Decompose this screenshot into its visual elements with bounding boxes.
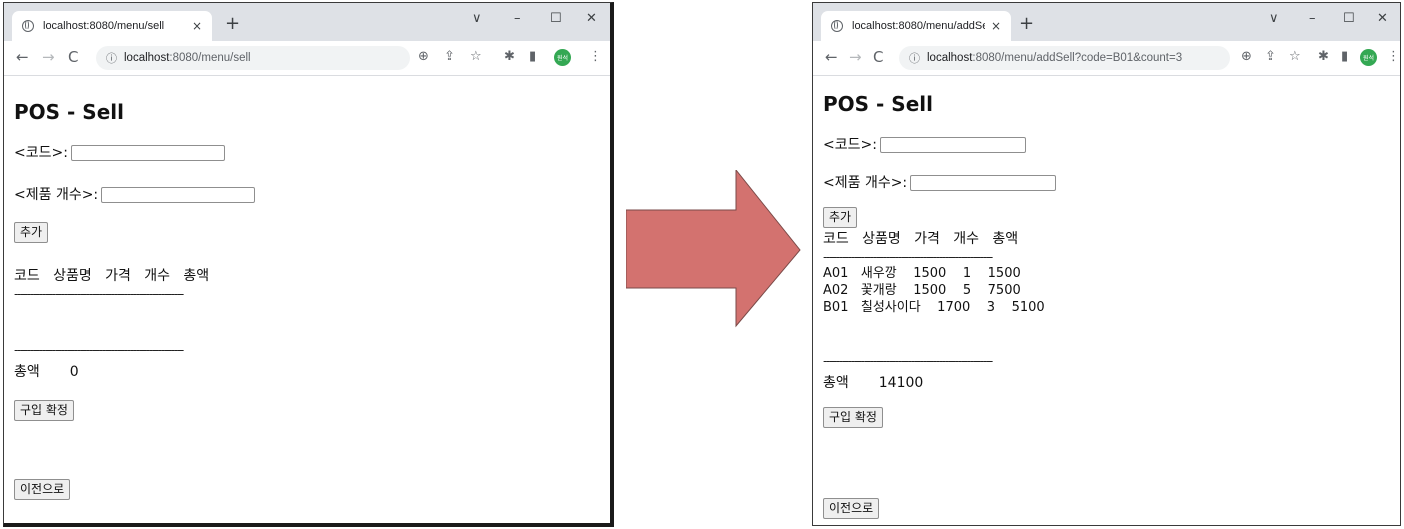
reload-icon[interactable]: C <box>873 49 883 65</box>
tab-strip: localhost:8080/menu/sell × + ∨ – ☐ ✕ <box>4 3 610 41</box>
side-panel-icon[interactable]: ▮ <box>529 50 536 64</box>
zoom-icon[interactable]: ⊕ <box>418 50 429 64</box>
maximize-button[interactable]: ☐ <box>550 11 562 26</box>
confirm-purchase-button[interactable]: 구입 확정 <box>823 407 883 428</box>
code-label: <코드>: <box>14 145 68 161</box>
total-row: 총액 14100 <box>823 372 923 392</box>
back-button[interactable]: 이전으로 <box>823 498 880 519</box>
address-bar[interactable]: ⓘ localhost:8080/menu/addSell?code=B01&c… <box>899 46 1230 70</box>
info-icon[interactable]: ⓘ <box>909 50 920 66</box>
divider-top: ----------------------------------------… <box>823 250 993 264</box>
table-row: B01 칠성사이다 1700 3 5100 <box>823 300 1045 315</box>
total-row: 총액 0 <box>14 361 79 381</box>
browser-toolbar: ← → C ⓘ localhost:8080/menu/addSell?code… <box>813 41 1400 76</box>
total-label: 총액 <box>14 364 40 380</box>
code-input[interactable] <box>70 145 225 161</box>
page-content: POS - Sell <코드>: <제품 개수>: 추가 코드 상품명 가격 개… <box>4 76 610 523</box>
share-icon[interactable]: ⇪ <box>1265 50 1276 64</box>
add-button[interactable]: 추가 <box>823 207 858 228</box>
add-button[interactable]: 추가 <box>14 222 49 243</box>
tab-search-icon[interactable]: ∨ <box>472 11 482 26</box>
back-arrow-icon[interactable]: ← <box>16 49 29 65</box>
zoom-icon[interactable]: ⊕ <box>1241 50 1252 64</box>
count-field-row: <제품 개수>: <box>14 184 256 204</box>
count-input[interactable] <box>101 187 256 203</box>
globe-icon <box>831 19 843 32</box>
page-title: POS - Sell <box>823 92 933 116</box>
bookmark-star-icon[interactable]: ☆ <box>470 50 482 64</box>
new-tab-button[interactable]: + <box>225 15 240 33</box>
bookmark-star-icon[interactable]: ☆ <box>1289 50 1301 64</box>
code-field-row: <코드>: <box>14 142 225 162</box>
reload-icon[interactable]: C <box>68 49 78 65</box>
table-row: A02 꽃개랑 1500 5 7500 <box>823 283 1021 298</box>
browser-window-before: localhost:8080/menu/sell × + ∨ – ☐ ✕ ← →… <box>3 2 614 527</box>
confirm-purchase-button[interactable]: 구입 확정 <box>14 400 74 421</box>
browser-toolbar: ← → C ⓘ localhost:8080/menu/sell ⊕ ⇪ ☆ ✱… <box>4 41 610 76</box>
new-tab-button[interactable]: + <box>1019 15 1034 33</box>
divider-bottom: ----------------------------------------… <box>823 354 993 368</box>
code-input[interactable] <box>879 137 1026 153</box>
globe-icon <box>22 19 34 32</box>
table-header: 코드 상품명 가격 개수 총액 <box>823 231 1019 247</box>
count-field-row: <제품 개수>: <box>823 172 1057 192</box>
minimize-button[interactable]: – <box>514 11 521 26</box>
browser-window-after: localhost:8080/menu/addSell?c × + ∨ – ☐ … <box>812 2 1401 526</box>
profile-avatar[interactable]: 원석 <box>1360 49 1377 66</box>
back-button[interactable]: 이전으로 <box>14 479 71 500</box>
url-text: localhost:8080/menu/addSell?code=B01&cou… <box>927 52 1183 64</box>
side-panel-icon[interactable]: ▮ <box>1341 50 1348 64</box>
extensions-icon[interactable]: ✱ <box>504 50 515 64</box>
page-title: POS - Sell <box>14 100 124 124</box>
maximize-button[interactable]: ☐ <box>1343 11 1355 26</box>
tab-search-icon[interactable]: ∨ <box>1269 11 1279 26</box>
divider-bottom: ----------------------------------------… <box>14 343 184 357</box>
count-input[interactable] <box>910 175 1057 191</box>
table-header: 코드 상품명 가격 개수 총액 <box>14 268 210 284</box>
minimize-button[interactable]: – <box>1309 11 1316 26</box>
back-arrow-icon[interactable]: ← <box>825 49 838 65</box>
table-row: A01 새우깡 1500 1 1500 <box>823 266 1021 281</box>
browser-tab[interactable]: localhost:8080/menu/sell × <box>12 11 212 41</box>
tab-strip: localhost:8080/menu/addSell?c × + ∨ – ☐ … <box>813 3 1400 41</box>
count-label: <제품 개수>: <box>14 187 99 203</box>
close-tab-icon[interactable]: × <box>192 19 202 33</box>
url-text: localhost:8080/menu/sell <box>124 52 251 64</box>
forward-arrow-icon[interactable]: → <box>42 49 55 65</box>
share-icon[interactable]: ⇪ <box>444 50 455 64</box>
close-window-button[interactable]: ✕ <box>586 11 597 26</box>
total-value: 14100 <box>878 375 924 391</box>
menu-dots-icon[interactable]: ⋮ <box>589 50 602 64</box>
extensions-icon[interactable]: ✱ <box>1318 50 1329 64</box>
count-label: <제품 개수>: <box>823 175 908 191</box>
close-tab-icon[interactable]: × <box>991 19 1001 33</box>
info-icon[interactable]: ⓘ <box>106 50 117 66</box>
right-arrow-graphic <box>626 170 801 328</box>
menu-dots-icon[interactable]: ⋮ <box>1387 50 1400 64</box>
total-value: 0 <box>69 364 79 380</box>
address-bar[interactable]: ⓘ localhost:8080/menu/sell <box>96 46 410 70</box>
tab-title: localhost:8080/menu/sell <box>43 20 165 32</box>
total-label: 총액 <box>823 375 849 391</box>
divider-top: ----------------------------------------… <box>14 287 184 301</box>
profile-avatar[interactable]: 원석 <box>554 49 571 66</box>
tab-title: localhost:8080/menu/addSell?c <box>852 20 985 32</box>
code-label: <코드>: <box>823 137 877 153</box>
code-field-row: <코드>: <box>823 134 1026 154</box>
page-content: POS - Sell <코드>: <제품 개수>: 추가 코드 상품명 가격 개… <box>813 76 1400 525</box>
close-window-button[interactable]: ✕ <box>1377 11 1388 26</box>
forward-arrow-icon[interactable]: → <box>849 49 862 65</box>
browser-tab[interactable]: localhost:8080/menu/addSell?c × <box>821 11 1011 41</box>
